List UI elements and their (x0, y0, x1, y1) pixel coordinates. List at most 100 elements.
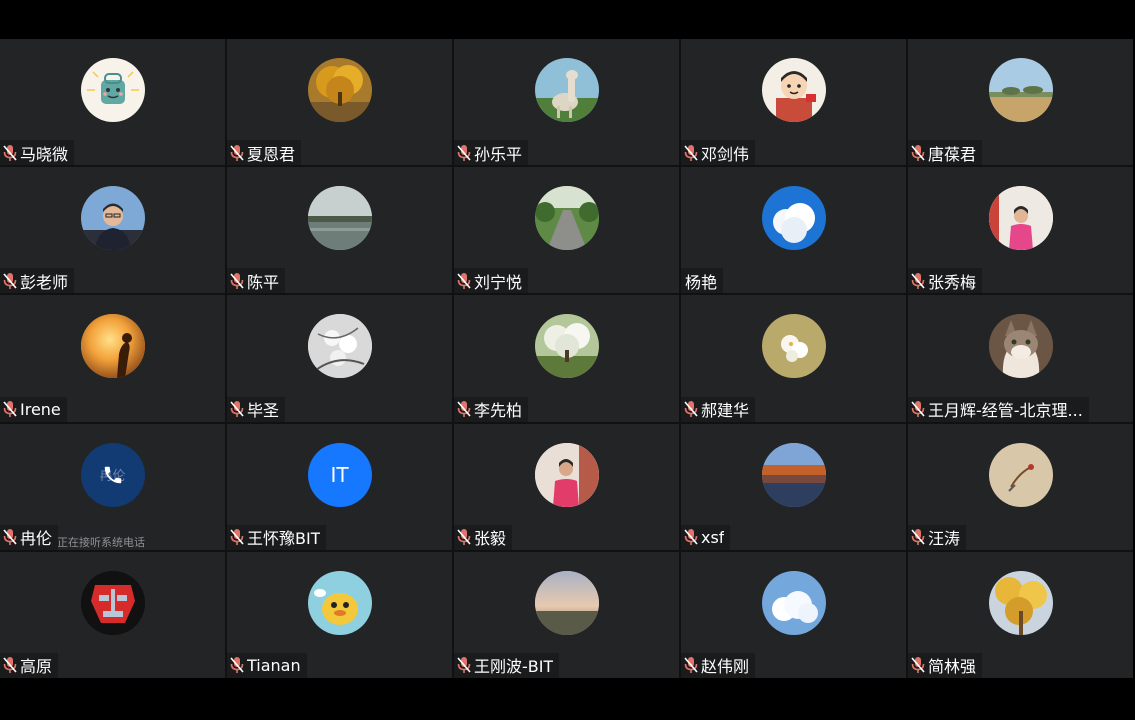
participant-tile[interactable]: 邓剑伟 (681, 39, 906, 166)
participant-tile[interactable]: 孙乐平 (454, 39, 679, 166)
participant-name: 杨艳 (685, 272, 718, 292)
participant-name: 唐葆君 (928, 144, 977, 164)
participant-avatar (988, 186, 1053, 251)
participant-name: 马晓微 (20, 144, 69, 164)
participant-tile[interactable]: 冉伦 正在接听系统电话 冉伦 (0, 423, 225, 550)
participant-avatar (307, 314, 372, 379)
participant-name-tag: Irene (0, 396, 67, 422)
muted-mic-icon (910, 144, 928, 162)
participant-avatar (80, 314, 145, 379)
participant-name: 高原 (20, 657, 53, 677)
participant-tile[interactable]: 汪涛 (908, 423, 1133, 550)
participant-name-tag: 毕圣 (227, 396, 286, 422)
participant-name-tag: 冉伦 (0, 524, 59, 550)
muted-mic-icon (683, 656, 701, 674)
participant-tile[interactable]: 赵伟刚 (681, 551, 906, 678)
muted-mic-icon (456, 400, 474, 418)
participant-tile[interactable]: 李先柏 (454, 295, 679, 422)
participant-avatar: IT (307, 442, 372, 507)
participant-tile[interactable]: 陈平 (227, 167, 452, 294)
participant-tile[interactable]: 张毅 (454, 423, 679, 550)
muted-mic-icon (229, 528, 247, 546)
muted-mic-icon (910, 656, 928, 674)
participant-avatar (80, 570, 145, 635)
participant-name: 张秀梅 (928, 272, 977, 292)
participant-tile[interactable]: 张秀梅 (908, 167, 1133, 294)
phone-icon (102, 464, 124, 486)
participant-avatar (988, 58, 1053, 122)
participant-avatar (761, 186, 826, 251)
participant-name: 赵伟刚 (701, 657, 750, 677)
participant-name: 张毅 (474, 529, 507, 549)
participant-avatar (761, 570, 826, 635)
participant-name-tag: 李先柏 (454, 396, 529, 422)
muted-mic-icon (229, 400, 247, 418)
participant-avatar (988, 314, 1053, 379)
participant-tile[interactable]: Irene (0, 295, 225, 422)
participant-name: 冉伦 (20, 529, 53, 549)
participant-tile[interactable]: 唐葆君 (908, 39, 1133, 166)
participant-name: 李先柏 (474, 401, 523, 421)
participant-grid: 马晓微 夏恩君 孙乐平 邓剑伟 唐葆君 彭老师 陈平 刘宁悦 杨艳 张秀梅 Ir… (0, 39, 1133, 678)
call-status-text: 正在接听系统电话 (57, 535, 145, 549)
participant-tile[interactable]: 毕圣 (227, 295, 452, 422)
participant-name-tag: Tianan (227, 652, 307, 678)
participant-name: 毕圣 (247, 401, 280, 421)
participant-name-tag: 邓剑伟 (681, 140, 756, 166)
participant-name: Irene (20, 399, 61, 419)
participant-name-tag: 郝建华 (681, 396, 756, 422)
muted-mic-icon (456, 528, 474, 546)
participant-avatar (534, 314, 599, 379)
bottom-bar (0, 678, 1135, 720)
participant-avatar (988, 442, 1053, 507)
participant-tile[interactable]: 王刚波-BIT (454, 551, 679, 678)
participant-avatar (534, 570, 599, 635)
video-meeting-window: 马晓微 夏恩君 孙乐平 邓剑伟 唐葆君 彭老师 陈平 刘宁悦 杨艳 张秀梅 Ir… (0, 0, 1135, 720)
participant-name-tag: 孙乐平 (454, 140, 529, 166)
participant-name-tag: 杨艳 (681, 268, 724, 294)
participant-avatar (534, 442, 599, 507)
participant-tile[interactable]: 马晓微 (0, 39, 225, 166)
participant-avatar (80, 186, 145, 251)
participant-name-tag: 高原 (0, 652, 59, 678)
muted-mic-icon (2, 144, 20, 162)
participant-avatar (307, 58, 372, 122)
participant-name: 王月辉-经管-北京理... (928, 401, 1083, 421)
participant-avatar (534, 186, 599, 251)
participant-name-tag: 王怀豫BIT (227, 524, 327, 550)
muted-mic-icon (456, 272, 474, 290)
participant-tile[interactable]: 高原 (0, 551, 225, 678)
participant-name-tag: 汪涛 (908, 524, 967, 550)
participant-avatar (761, 58, 826, 122)
muted-mic-icon (456, 656, 474, 674)
participant-avatar (534, 58, 599, 122)
muted-mic-icon (229, 144, 247, 162)
participant-name: 孙乐平 (474, 144, 523, 164)
participant-tile[interactable]: 简林强 (908, 551, 1133, 678)
participant-tile[interactable]: 刘宁悦 (454, 167, 679, 294)
participant-name-tag: 唐葆君 (908, 140, 983, 166)
participant-avatar (988, 570, 1053, 635)
participant-tile[interactable]: xsf (681, 423, 906, 550)
participant-name-tag: xsf (681, 524, 731, 550)
participant-name-tag: 张秀梅 (908, 268, 983, 294)
participant-tile[interactable]: IT 王怀豫BIT (227, 423, 452, 550)
top-bar (0, 0, 1135, 39)
participant-name-tag: 刘宁悦 (454, 268, 529, 294)
participant-name: xsf (701, 527, 725, 547)
participant-avatar (307, 570, 372, 635)
participant-name-tag: 简林强 (908, 652, 983, 678)
participant-avatar (761, 314, 826, 379)
participant-tile[interactable]: Tianan (227, 551, 452, 678)
avatar-initials: IT (330, 462, 349, 487)
participant-tile[interactable]: 杨艳 (681, 167, 906, 294)
participant-tile[interactable]: 夏恩君 (227, 39, 452, 166)
participant-name: 夏恩君 (247, 144, 296, 164)
participant-avatar (307, 186, 372, 251)
participant-name: 刘宁悦 (474, 272, 523, 292)
participant-tile[interactable]: 王月辉-经管-北京理... (908, 295, 1133, 422)
participant-tile[interactable]: 郝建华 (681, 295, 906, 422)
participant-tile[interactable]: 彭老师 (0, 167, 225, 294)
muted-mic-icon (2, 400, 20, 418)
muted-mic-icon (2, 528, 20, 546)
